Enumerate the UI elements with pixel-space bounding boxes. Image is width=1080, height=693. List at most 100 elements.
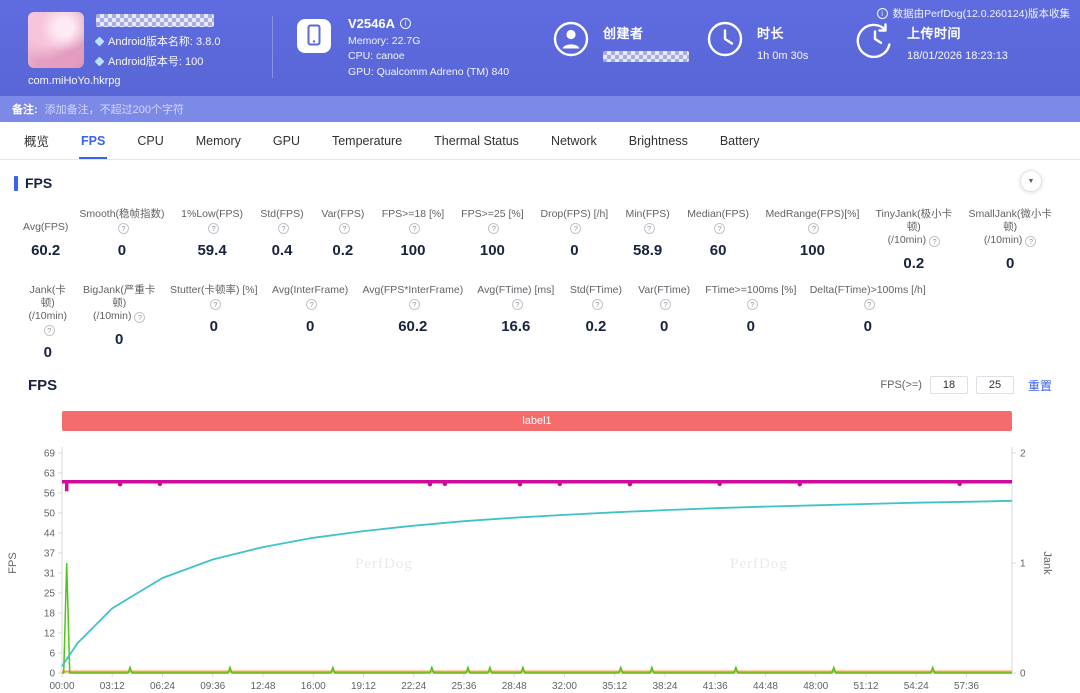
- tab-temperature[interactable]: Temperature: [316, 122, 418, 159]
- metric-value: 0: [79, 331, 160, 348]
- metric-label: Std(FPS)?: [255, 208, 310, 234]
- fps-section-header: FPS ▼: [14, 172, 1056, 194]
- person-icon: [552, 20, 590, 63]
- help-icon[interactable]: ?: [210, 299, 221, 310]
- fps-chart[interactable]: PerfDogPerfDog06121825313744505663690120…: [0, 443, 1080, 693]
- metric-value: 0: [963, 255, 1057, 272]
- metric-label: 1%Low(FPS)?: [176, 208, 249, 234]
- help-icon[interactable]: ?: [44, 325, 55, 336]
- tab-thermal-status[interactable]: Thermal Status: [418, 122, 535, 159]
- metric-delta-ftime-100ms-h: Delta(FTime)>100ms [/h]?0: [803, 284, 932, 361]
- metric-value: 100: [376, 242, 449, 259]
- note-label: 备注:: [12, 101, 38, 117]
- svg-text:16:00: 16:00: [301, 681, 326, 692]
- metric-value: 0: [701, 318, 800, 335]
- metric-label: Smooth(稳帧指数)?: [74, 208, 169, 234]
- tab-memory[interactable]: Memory: [180, 122, 257, 159]
- metric-smalljank: SmallJank(微小卡顿)(/10min)?0: [960, 208, 1060, 272]
- help-icon[interactable]: ?: [488, 223, 499, 234]
- redacted-app-title: [96, 14, 214, 27]
- tab-cpu[interactable]: CPU: [121, 122, 179, 159]
- help-icon[interactable]: ?: [929, 236, 940, 247]
- section-accent-bar: [14, 176, 18, 191]
- metric-fps-18: FPS>=18 [%]?100: [373, 208, 452, 272]
- help-icon[interactable]: ?: [118, 223, 129, 234]
- help-icon[interactable]: ?: [644, 223, 655, 234]
- help-icon[interactable]: ?: [592, 299, 603, 310]
- help-icon[interactable]: ?: [1025, 236, 1036, 247]
- tab-overview[interactable]: 概览: [8, 122, 65, 159]
- tab-battery[interactable]: Battery: [704, 122, 776, 159]
- help-icon[interactable]: ?: [660, 299, 671, 310]
- help-icon[interactable]: ?: [747, 299, 758, 310]
- metric-value: 100: [761, 242, 865, 259]
- help-icon[interactable]: ?: [278, 223, 289, 234]
- tab-gpu[interactable]: GPU: [257, 122, 316, 159]
- metric-std-ftime: Std(FTime)?0.2: [562, 284, 630, 361]
- metric-label: Var(FTime)?: [633, 284, 695, 310]
- metric-label: BigJank(严重卡顿)(/10min)?: [79, 284, 160, 323]
- android-version-code: Android版本号: 100: [96, 53, 221, 69]
- help-icon[interactable]: ?: [134, 312, 145, 323]
- svg-text:25:36: 25:36: [451, 681, 476, 692]
- svg-text:PerfDog: PerfDog: [730, 556, 788, 572]
- metric-smooth: Smooth(稳帧指数)? 0: [71, 208, 172, 272]
- metric-label: Stutter(卡顿率) [%]?: [166, 284, 262, 310]
- metric-value: 16.6: [473, 318, 559, 335]
- duration-value: 1h 0m 30s: [757, 50, 808, 62]
- metric-value: 60.2: [23, 242, 68, 259]
- svg-text:56: 56: [44, 489, 56, 500]
- svg-text:18: 18: [44, 609, 56, 620]
- help-icon[interactable]: ?: [570, 223, 581, 234]
- svg-text:06:24: 06:24: [150, 681, 175, 692]
- help-icon[interactable]: ?: [339, 223, 350, 234]
- reset-link[interactable]: 重置: [1028, 377, 1052, 394]
- metric-avg-fps-interframe: Avg(FPS*InterFrame)?60.2: [356, 284, 470, 361]
- help-icon[interactable]: ?: [808, 223, 819, 234]
- svg-text:12:48: 12:48: [250, 681, 275, 692]
- help-icon[interactable]: ?: [409, 299, 420, 310]
- help-icon[interactable]: ?: [714, 223, 725, 234]
- metric-tinyjank: TinyJank(极小卡顿)(/10min)?0.2: [867, 208, 960, 272]
- metric-label: Avg(FPS): [23, 208, 68, 234]
- metric-value: 0: [23, 344, 73, 361]
- svg-text:38:24: 38:24: [652, 681, 677, 692]
- metric-1-low-fps: 1%Low(FPS)? 59.4: [173, 208, 252, 272]
- tab-fps[interactable]: FPS: [65, 122, 121, 159]
- tab-brightness[interactable]: Brightness: [613, 122, 704, 159]
- fps-threshold-input-1[interactable]: [930, 376, 968, 394]
- clock-icon: [706, 20, 744, 63]
- metric-ftime-100ms: FTime>=100ms [%]? 0: [698, 284, 803, 361]
- app-avatar: [28, 12, 84, 68]
- note-bar[interactable]: 备注: 添加备注，不超过200个字符: [0, 96, 1080, 122]
- svg-text:Jank: Jank: [1041, 551, 1053, 575]
- svg-text:31: 31: [44, 569, 56, 580]
- metric-value: 60: [682, 242, 755, 259]
- svg-text:0: 0: [1020, 669, 1026, 680]
- collapse-section-button[interactable]: ▼: [1020, 170, 1042, 192]
- chart-region-label[interactable]: label1: [62, 411, 1012, 431]
- svg-text:44: 44: [44, 529, 56, 540]
- help-icon[interactable]: ?: [208, 223, 219, 234]
- metric-medrange-fps: MedRange(FPS)[%]?100: [758, 208, 868, 272]
- metric-label: Avg(InterFrame)?: [268, 284, 353, 310]
- metric-value: 0: [633, 318, 695, 335]
- help-icon[interactable]: ?: [409, 223, 420, 234]
- help-icon[interactable]: ?: [306, 299, 317, 310]
- metric-value: 59.4: [176, 242, 249, 259]
- metric-var-fps: Var(FPS)?0.2: [312, 208, 373, 272]
- device-model: V2546A i: [348, 16, 509, 32]
- fps-threshold-input-2[interactable]: [976, 376, 1014, 394]
- upload-info: 上传时间 18/01/2026 18:23:13: [856, 20, 1008, 63]
- help-icon[interactable]: ?: [512, 299, 523, 310]
- metric-label: Median(FPS)?: [682, 208, 755, 234]
- metric-label: FTime>=100ms [%]?: [701, 284, 800, 310]
- svg-text:0: 0: [49, 669, 55, 680]
- help-icon[interactable]: ?: [864, 299, 875, 310]
- metric-min-fps: Min(FPS)?58.9: [617, 208, 679, 272]
- metric-value: 0: [74, 242, 169, 259]
- svg-text:32:00: 32:00: [552, 681, 577, 692]
- info-icon[interactable]: i: [400, 18, 411, 29]
- metric-fps-25: FPS>=25 [%]?100: [453, 208, 532, 272]
- tab-network[interactable]: Network: [535, 122, 613, 159]
